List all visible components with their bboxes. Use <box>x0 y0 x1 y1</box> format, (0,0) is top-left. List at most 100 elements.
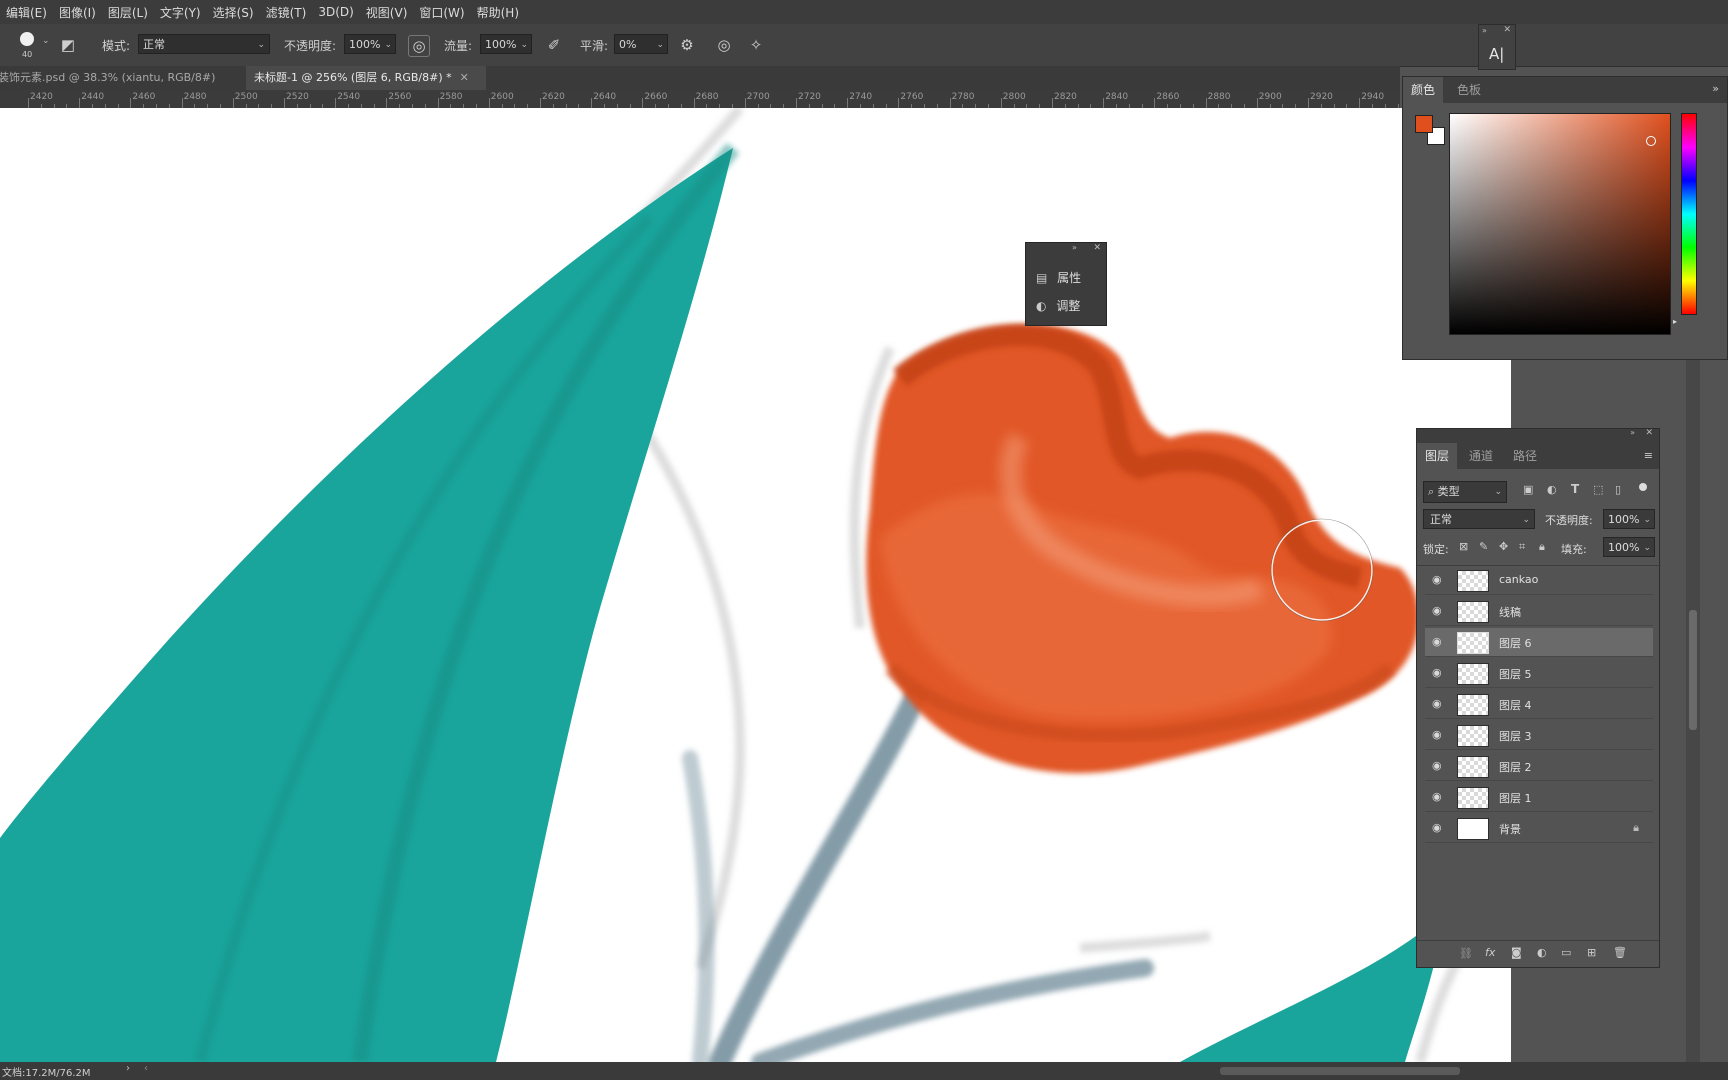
panel-expand-icon[interactable]: » <box>1712 82 1719 95</box>
menu-item[interactable]: 编辑(E) <box>0 4 53 21</box>
menu-item[interactable]: 滤镜(T) <box>260 4 313 21</box>
brush-panel-icon[interactable]: ◩ <box>58 35 78 55</box>
status-menu-icon[interactable]: › <box>126 1063 130 1074</box>
pressure-opacity-icon[interactable]: ◎ <box>408 35 430 57</box>
horizontal-scrollbar[interactable] <box>1220 1067 1460 1075</box>
tab-color[interactable]: 颜色 <box>1403 77 1444 103</box>
visibility-eye-icon[interactable]: ◉ <box>1432 636 1444 648</box>
pressure-size-icon[interactable]: ◎ <box>714 35 734 55</box>
close-icon[interactable]: ✕ <box>1503 25 1511 35</box>
ruler-label: 2700 <box>746 92 770 102</box>
menu-item[interactable]: 选择(S) <box>207 4 260 21</box>
collapse-icon[interactable]: » <box>1630 428 1635 437</box>
fill-input[interactable]: 100% ⌄ <box>1603 537 1655 557</box>
right-scroll[interactable] <box>1686 360 1700 1062</box>
fx-icon[interactable]: fx <box>1485 946 1495 959</box>
foreground-swatch[interactable] <box>1415 115 1433 133</box>
lock-transparent-icon[interactable]: ⊠ <box>1459 540 1468 553</box>
layer-row-layer2[interactable]: ◉ 图层 2 <box>1425 752 1653 781</box>
character-icon[interactable]: A| <box>1489 45 1504 63</box>
visibility-eye-icon[interactable]: ◉ <box>1432 574 1444 586</box>
layer-row-cankao[interactable]: ◉ cankao <box>1425 566 1653 595</box>
menu-item[interactable]: 视图(V) <box>360 4 414 21</box>
airbrush-icon[interactable]: ✐ <box>544 35 564 55</box>
link-layers-icon[interactable]: ⛓ <box>1459 947 1473 960</box>
filter-pixel-icon[interactable]: ▣ <box>1523 483 1533 496</box>
smooth-input[interactable]: 0% ⌄ <box>614 34 668 54</box>
visibility-eye-icon[interactable]: ◉ <box>1432 822 1444 834</box>
visibility-eye-icon[interactable]: ◉ <box>1432 667 1444 679</box>
layer-opacity-label: 不透明度: <box>1545 514 1593 527</box>
filter-smartobject-icon[interactable]: ▯ <box>1615 483 1621 496</box>
layer-row-layer5[interactable]: ◉ 图层 5 <box>1425 659 1653 688</box>
lock-move-icon[interactable]: ✥ <box>1499 540 1508 553</box>
layer-filter-select[interactable]: ⌕ 类型 ⌄ <box>1423 481 1507 503</box>
lock-all-icon[interactable]: 🔒︎ <box>1539 540 1545 554</box>
properties-item[interactable]: ▤ 属性 <box>1036 269 1100 289</box>
delete-layer-icon[interactable]: 🗑︎ <box>1613 946 1627 959</box>
menu-item[interactable]: 文字(Y) <box>154 4 207 21</box>
filter-adjustment-icon[interactable]: ◐ <box>1547 483 1557 496</box>
blend-mode-value: 正常 <box>1430 513 1452 526</box>
visibility-eye-icon[interactable]: ◉ <box>1432 760 1444 772</box>
opacity-input[interactable]: 100% ⌄ <box>344 34 396 54</box>
new-adjustment-icon[interactable]: ◐ <box>1537 946 1547 959</box>
menu-item[interactable]: 图层(L) <box>102 4 154 21</box>
flow-value: 100% <box>485 38 517 51</box>
document-tab[interactable]: 装饰元素.psd @ 38.3% (xiantu, RGB/8#) *✕ <box>0 66 234 108</box>
hue-slider[interactable] <box>1681 113 1697 315</box>
layer-filter-label: 类型 <box>1437 485 1460 498</box>
visibility-eye-icon[interactable]: ◉ <box>1432 791 1444 803</box>
flow-input[interactable]: 100% ⌄ <box>480 34 532 54</box>
visibility-eye-icon[interactable]: ◉ <box>1432 605 1444 617</box>
tab-layers[interactable]: 图层 <box>1417 443 1458 469</box>
visibility-eye-icon[interactable]: ◉ <box>1432 698 1444 710</box>
layer-opacity-input[interactable]: 100% ⌄ <box>1603 509 1655 529</box>
new-layer-icon[interactable]: ⊞ <box>1587 946 1596 959</box>
menu-item[interactable]: 帮助(H) <box>471 4 525 21</box>
mode-label: 模式: <box>102 39 131 53</box>
scroll-left-icon[interactable]: ‹ <box>144 1063 148 1074</box>
canvas[interactable]: » ✕ ▤ 属性 ◐ 调整 <box>0 108 1511 1062</box>
layer-row-background[interactable]: ◉ 背景 🔒︎ <box>1425 814 1653 843</box>
layer-row-layer3[interactable]: ◉ 图层 3 <box>1425 721 1653 750</box>
tab-channels[interactable]: 通道 <box>1461 443 1501 469</box>
menu-item[interactable]: 窗口(W) <box>413 4 470 21</box>
hue-slider-handle[interactable]: ▸ <box>1673 317 1677 326</box>
tab-paths[interactable]: 路径 <box>1505 443 1545 469</box>
panel-menu-icon[interactable]: ≡ <box>1644 449 1653 462</box>
mode-select[interactable]: 正常 ⌄ <box>138 34 270 54</box>
chevron-down-icon: ⌄ <box>1494 487 1502 497</box>
close-icon[interactable]: ✕ <box>1093 243 1101 253</box>
layer-row-layer6[interactable]: ◉ 图层 6 <box>1425 628 1653 657</box>
collapse-icon[interactable]: » <box>1482 26 1487 35</box>
document-tab[interactable]: 未标题-1 @ 256% (图层 6, RGB/8#) * ✕ <box>246 66 486 90</box>
blend-mode-select[interactable]: 正常 ⌄ <box>1423 509 1535 529</box>
menu-item[interactable]: 3D(D) <box>312 5 359 19</box>
add-mask-icon[interactable]: ◙ <box>1511 946 1522 959</box>
filter-toggle[interactable] <box>1639 483 1647 491</box>
lock-artboard-icon[interactable]: ⌗ <box>1519 540 1525 554</box>
color-field[interactable] <box>1449 113 1671 335</box>
filter-shape-icon[interactable]: ⬚ <box>1593 483 1603 496</box>
layer-row-xiangao[interactable]: ◉ 线稿 <box>1425 597 1653 626</box>
adjustments-item[interactable]: ◐ 调整 <box>1036 297 1100 317</box>
symmetry-icon[interactable]: ✧ <box>746 35 766 55</box>
new-group-icon[interactable]: ▭ <box>1561 946 1571 959</box>
collapse-icon[interactable]: » <box>1072 243 1077 252</box>
color-picker-ring[interactable] <box>1646 136 1656 146</box>
gear-icon[interactable]: ⚙ <box>677 35 697 55</box>
close-icon[interactable]: ✕ <box>1645 428 1653 438</box>
filter-type-icon[interactable]: T <box>1571 482 1579 496</box>
layer-row-layer4[interactable]: ◉ 图层 4 <box>1425 690 1653 719</box>
tab-swatches[interactable]: 色板 <box>1449 77 1489 103</box>
ruler-tick <box>386 98 388 108</box>
visibility-eye-icon[interactable]: ◉ <box>1432 729 1444 741</box>
brush-preset-picker[interactable]: 40 ⌄ <box>16 30 52 62</box>
lock-paint-icon[interactable]: ✎ <box>1479 540 1488 553</box>
layer-row-layer1[interactable]: ◉ 图层 1 <box>1425 783 1653 812</box>
close-icon[interactable]: ✕ <box>460 71 469 84</box>
properties-icon: ▤ <box>1036 271 1048 285</box>
menu-item[interactable]: 图像(I) <box>53 4 102 21</box>
layer-thumbnail <box>1457 632 1489 654</box>
